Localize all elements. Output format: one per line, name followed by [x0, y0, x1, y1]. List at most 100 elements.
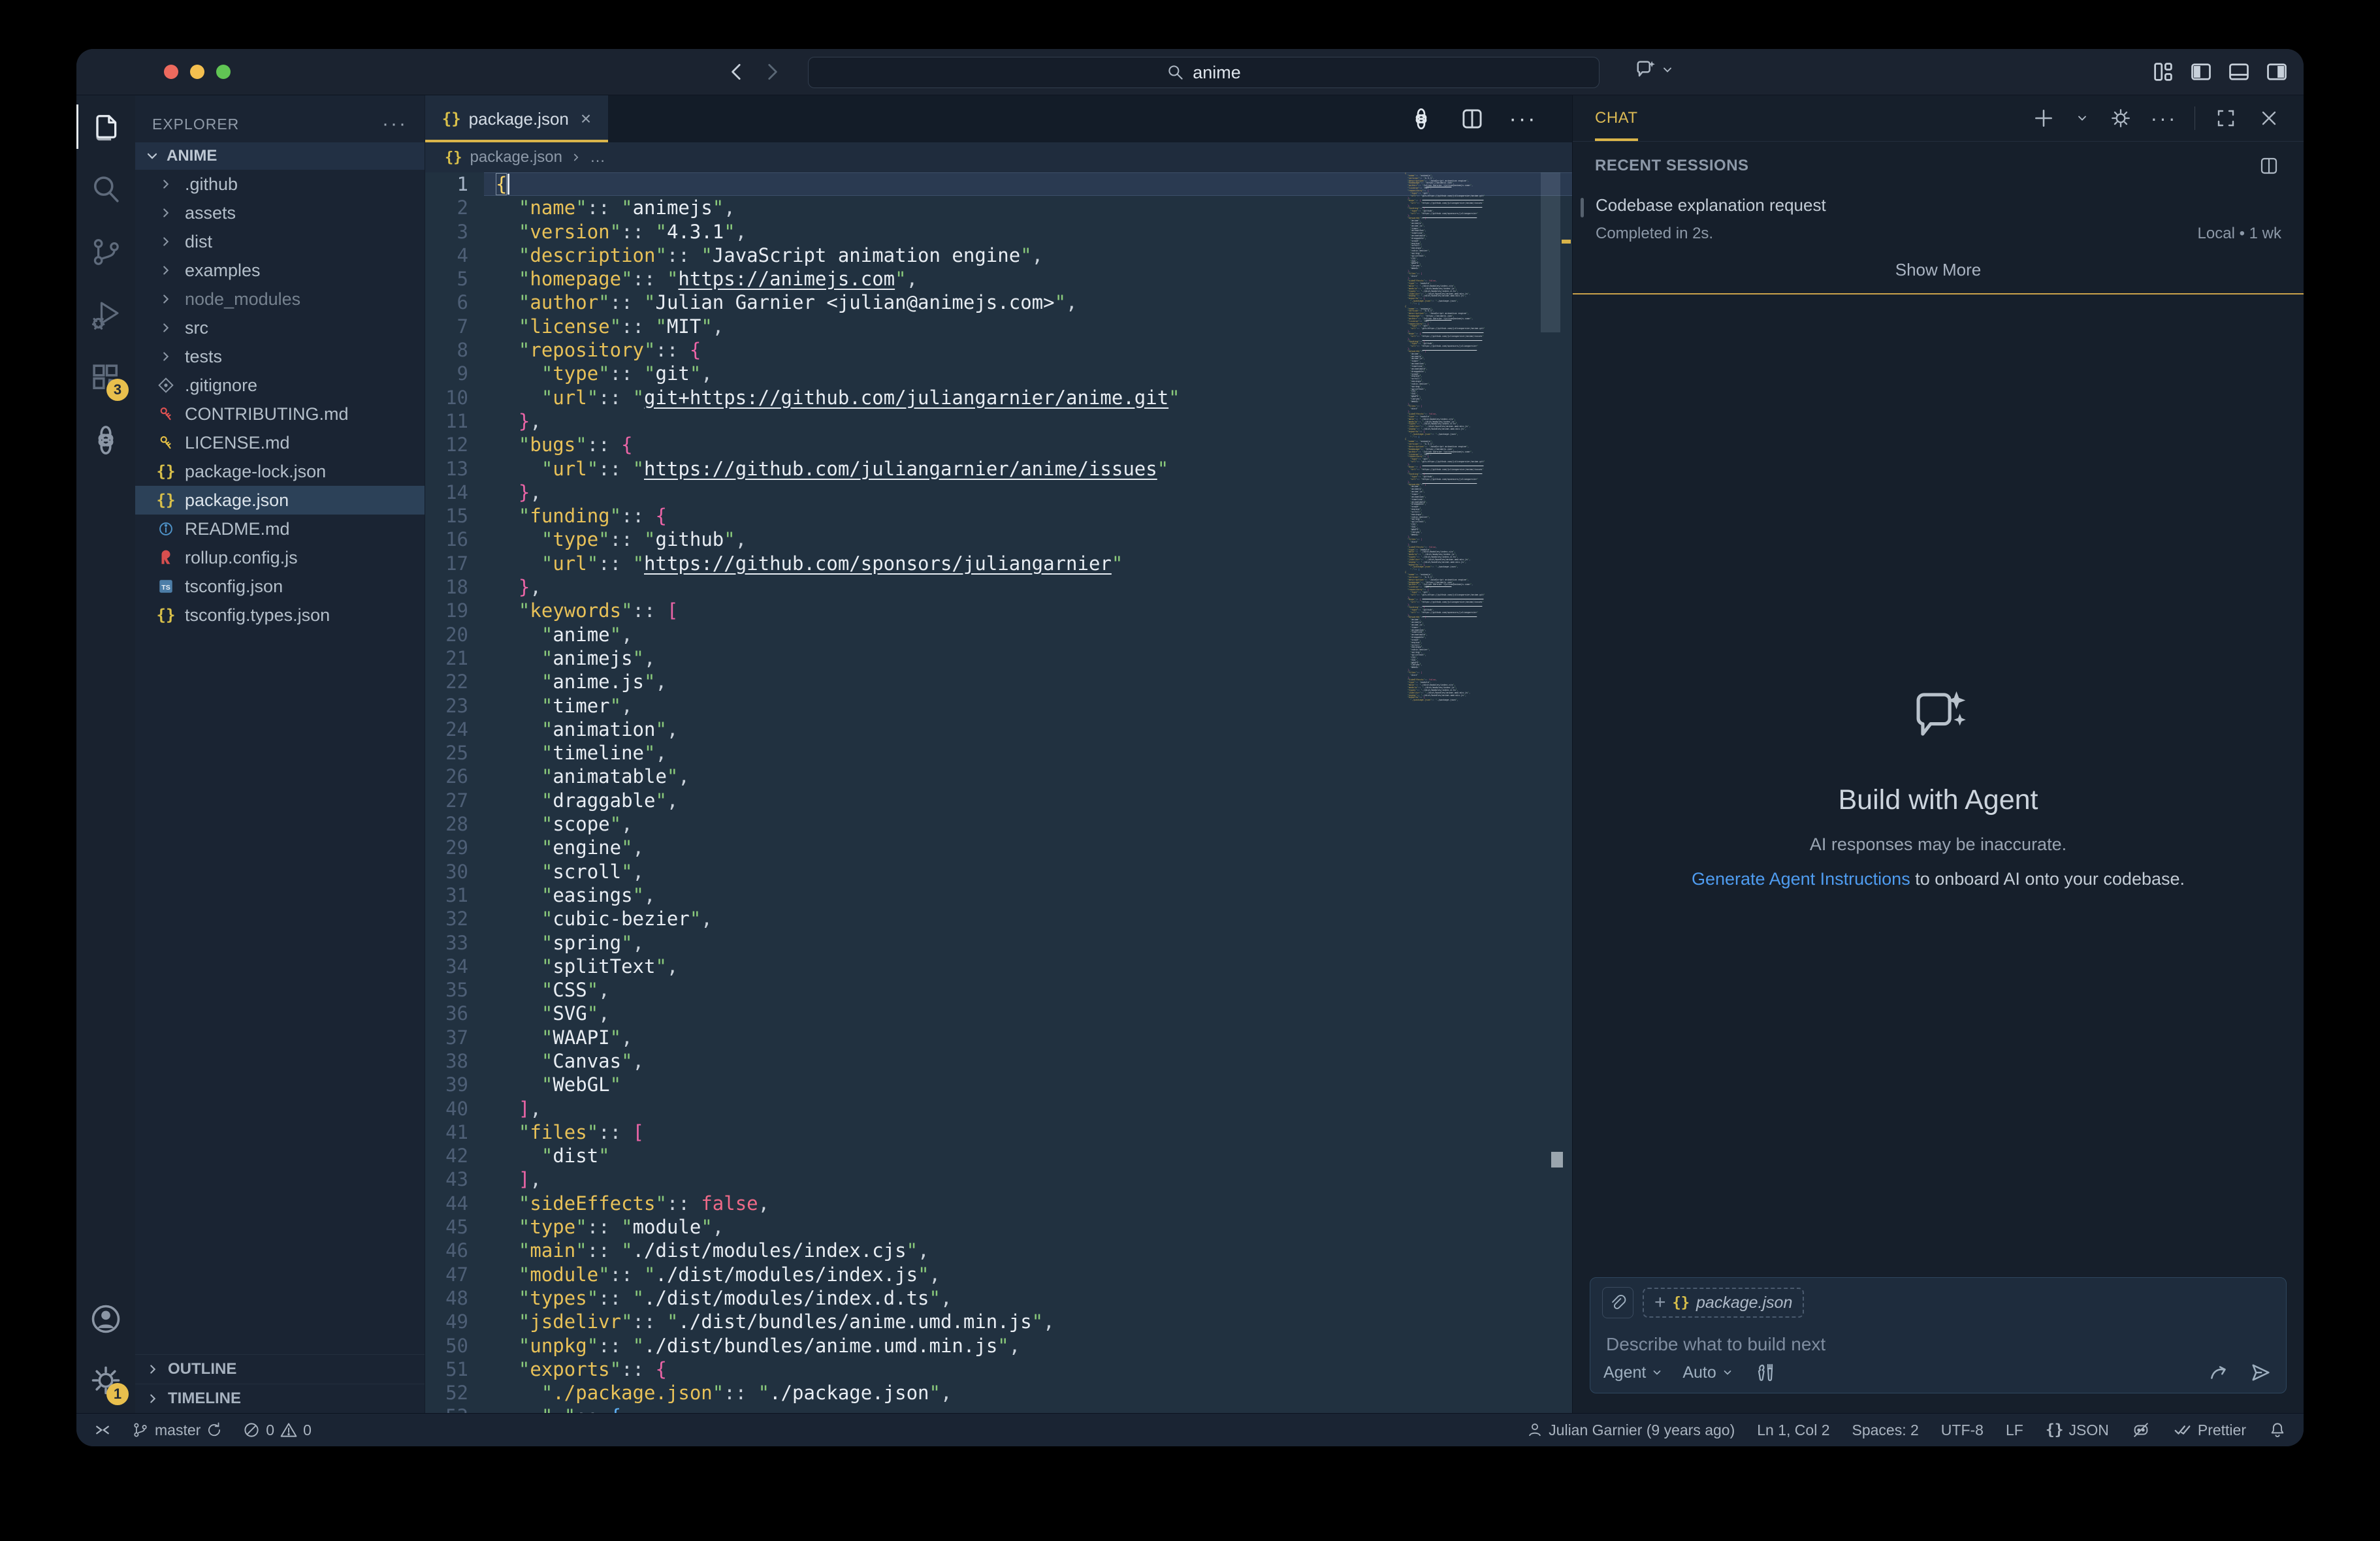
tree-file-README.md[interactable]: README.md — [135, 515, 425, 543]
tree-folder-dist[interactable]: dist — [135, 227, 425, 256]
editor-scrollbar[interactable] — [1543, 172, 1572, 1413]
timeline-section[interactable]: TIMELINE — [135, 1384, 425, 1413]
tree-file-LICENSE.md[interactable]: LICENSE.md — [135, 428, 425, 457]
tree-folder-assets[interactable]: assets — [135, 199, 425, 227]
activity-settings[interactable]: 1 — [76, 1348, 135, 1413]
empty-state-subtitle: AI responses may be inaccurate. — [1810, 834, 2066, 855]
navigate-back-button[interactable] — [724, 59, 749, 84]
tree-file-package.json[interactable]: {}package.json — [135, 486, 425, 515]
json-file-icon: {} — [445, 150, 462, 166]
scrollbar-thumb[interactable] — [1541, 172, 1560, 332]
remote-indicator[interactable] — [93, 1421, 112, 1439]
sync-icon — [206, 1422, 223, 1438]
activity-accounts[interactable] — [76, 1290, 135, 1348]
command-center-search[interactable]: anime — [808, 57, 1600, 88]
sessions-panel-toggle-button[interactable] — [2257, 153, 2281, 178]
tab-package-json[interactable]: {} package.json × — [425, 95, 608, 142]
toggle-secondary-sidebar-button[interactable] — [2264, 59, 2289, 84]
tree-file-tsconfig.json[interactable]: TStsconfig.json — [135, 572, 425, 601]
code-line: 29 "engine", — [425, 836, 1572, 859]
tree-folder-src[interactable]: src — [135, 313, 425, 342]
close-chat-button[interactable] — [2257, 106, 2281, 131]
outline-section[interactable]: OUTLINE — [135, 1354, 425, 1384]
new-chat-button[interactable] — [2031, 106, 2056, 131]
timeline-label: TIMELINE — [168, 1390, 241, 1408]
attach-context-button[interactable] — [1602, 1287, 1633, 1318]
breadcrumb-file[interactable]: package.json — [470, 148, 562, 167]
code-line: 45 "type":: "module", — [425, 1215, 1572, 1239]
arrow-left-icon — [726, 61, 748, 83]
code-line: 10 "url":: "git+https://github.com/julia… — [425, 386, 1572, 409]
tree-item-label: src — [185, 318, 208, 338]
copilot-disabled-status[interactable] — [2131, 1420, 2151, 1440]
chat-settings-button[interactable] — [2108, 106, 2133, 131]
recent-sessions-title: RECENT SESSIONS — [1595, 157, 1749, 175]
notifications-status[interactable] — [2268, 1421, 2287, 1439]
minimap[interactable]: { "name":: "animejs", "version":: "4.3.1… — [1402, 172, 1543, 701]
tree-folder-.github[interactable]: .github — [135, 170, 425, 199]
code-editor[interactable]: 1{2 "name":: "animejs",3 "version":: "4.… — [425, 172, 1572, 1413]
activity-run-debug[interactable] — [76, 283, 135, 346]
tree-item-label: tests — [185, 347, 222, 367]
breadcrumb[interactable]: {} package.json … — [425, 142, 1572, 172]
split-editor-button[interactable] — [1460, 106, 1485, 131]
tree-file-tsconfig.types.json[interactable]: {}tsconfig.types.json — [135, 601, 425, 629]
activity-source-control[interactable] — [76, 221, 135, 283]
tree-file-package-lock.json[interactable]: {}package-lock.json — [135, 457, 425, 486]
send-button[interactable] — [2248, 1360, 2273, 1385]
new-chat-dropdown-button[interactable] — [2074, 106, 2090, 131]
workspace-section-anime[interactable]: ANIME — [135, 142, 425, 170]
generate-agent-instructions-link[interactable]: Generate Agent Instructions — [1692, 869, 1910, 889]
toggle-primary-sidebar-button[interactable] — [2189, 59, 2213, 84]
session-item[interactable]: Codebase explanation request Completed i… — [1595, 195, 2281, 243]
activity-extensions[interactable]: 3 — [76, 346, 135, 409]
encoding-status[interactable]: UTF-8 — [1941, 1422, 1984, 1439]
copilot-menu-button[interactable] — [1633, 58, 1674, 82]
chat-input-box[interactable]: + {} package.json Describe what to build… — [1590, 1277, 2287, 1393]
model-dropdown[interactable]: Auto — [1682, 1363, 1733, 1382]
chat-input-placeholder[interactable]: Describe what to build next — [1606, 1334, 1825, 1355]
close-tab-icon[interactable]: × — [581, 108, 591, 129]
attached-file-chip[interactable]: + {} package.json — [1643, 1288, 1804, 1318]
eol-status[interactable]: LF — [2006, 1422, 2023, 1439]
chat-more-actions-button[interactable]: ··· — [2151, 106, 2176, 131]
chatgpt-editor-action-button[interactable] — [1409, 106, 1434, 131]
close-window-button[interactable] — [164, 65, 178, 79]
indentation-status[interactable]: Spaces: 2 — [1852, 1422, 1919, 1439]
tree-file-rollup.config.js[interactable]: rollup.config.js — [135, 543, 425, 572]
tree-file-CONTRIBUTING.md[interactable]: CONTRIBUTING.md — [135, 400, 425, 428]
explorer-more-actions-button[interactable]: ··· — [382, 113, 408, 135]
tree-file-.gitignore[interactable]: .gitignore — [135, 371, 425, 400]
toggle-panel-button[interactable] — [2227, 59, 2251, 84]
tree-item-label: tsconfig.types.json — [185, 605, 330, 626]
customize-layout-button[interactable] — [2151, 59, 2176, 84]
tree-item-label: package-lock.json — [185, 462, 326, 482]
zoom-window-button[interactable] — [216, 65, 231, 79]
tree-folder-node_modules[interactable]: node_modules — [135, 285, 425, 313]
git-blame-status[interactable]: Julian Garnier (9 years ago) — [1526, 1422, 1735, 1439]
voice-input-button[interactable] — [2206, 1360, 2231, 1385]
tree-folder-examples[interactable]: examples — [135, 256, 425, 285]
chevron-right-icon — [155, 234, 177, 249]
configure-tools-button[interactable] — [1753, 1360, 1778, 1385]
git-branch-status[interactable]: master — [131, 1421, 223, 1439]
activity-search[interactable] — [76, 158, 135, 221]
language-mode-status[interactable]: {} JSON — [2046, 1422, 2109, 1439]
maximize-chat-button[interactable] — [2213, 106, 2238, 131]
breadcrumb-symbol[interactable]: … — [590, 148, 605, 167]
show-more-button[interactable]: Show More — [1595, 260, 2281, 280]
editor-more-actions-button[interactable]: ··· — [1511, 106, 1536, 131]
tree-folder-tests[interactable]: tests — [135, 342, 425, 371]
activity-explorer[interactable] — [76, 95, 135, 158]
formatter-status[interactable]: Prettier — [2173, 1420, 2246, 1440]
tab-chat[interactable]: CHAT — [1595, 95, 1638, 141]
navigate-forward-button[interactable] — [760, 59, 784, 84]
code-line: 46 "main":: "./dist/modules/index.cjs", — [425, 1239, 1572, 1262]
tab-label: package.json — [469, 109, 569, 129]
git-branch-icon — [131, 1421, 150, 1439]
cursor-position-status[interactable]: Ln 1, Col 2 — [1757, 1422, 1829, 1439]
problems-status[interactable]: 0 0 — [242, 1421, 312, 1439]
chat-mode-dropdown[interactable]: Agent — [1603, 1363, 1663, 1382]
minimize-window-button[interactable] — [190, 65, 204, 79]
activity-chatgpt-extension[interactable] — [76, 409, 135, 471]
